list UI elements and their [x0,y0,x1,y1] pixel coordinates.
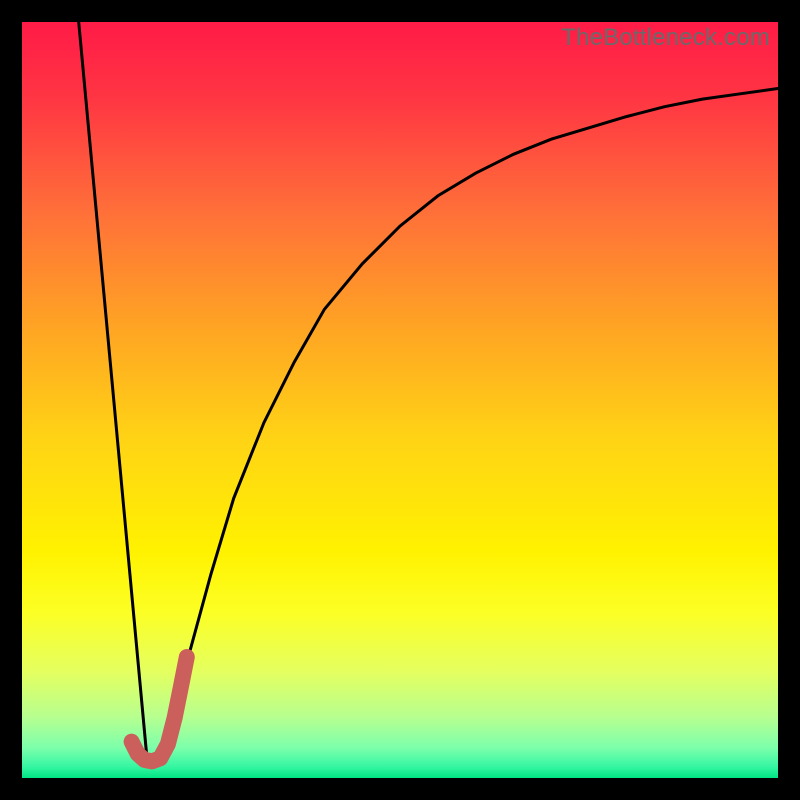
plot-area: TheBottleneck.com [22,22,778,778]
right-curve [166,89,778,733]
left-line [79,22,147,755]
curves-layer [22,22,778,778]
chart-frame: TheBottleneck.com [0,0,800,800]
